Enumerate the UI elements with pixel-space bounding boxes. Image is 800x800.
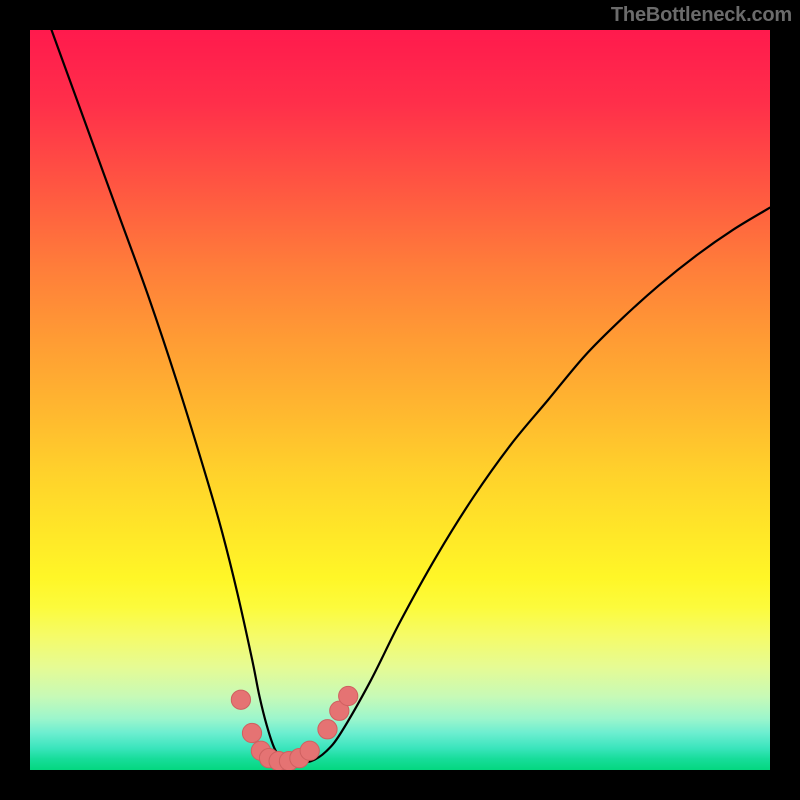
marker-group (231, 686, 358, 770)
watermark-text: TheBottleneck.com (611, 4, 792, 27)
data-marker (231, 690, 250, 709)
bottleneck-curve (30, 30, 770, 763)
data-marker (242, 723, 261, 742)
data-marker (300, 741, 319, 760)
chart-frame: TheBottleneck.com (0, 0, 800, 800)
data-marker (318, 720, 337, 739)
plot-area (30, 30, 770, 770)
data-marker (339, 686, 358, 705)
curve-layer (30, 30, 770, 770)
